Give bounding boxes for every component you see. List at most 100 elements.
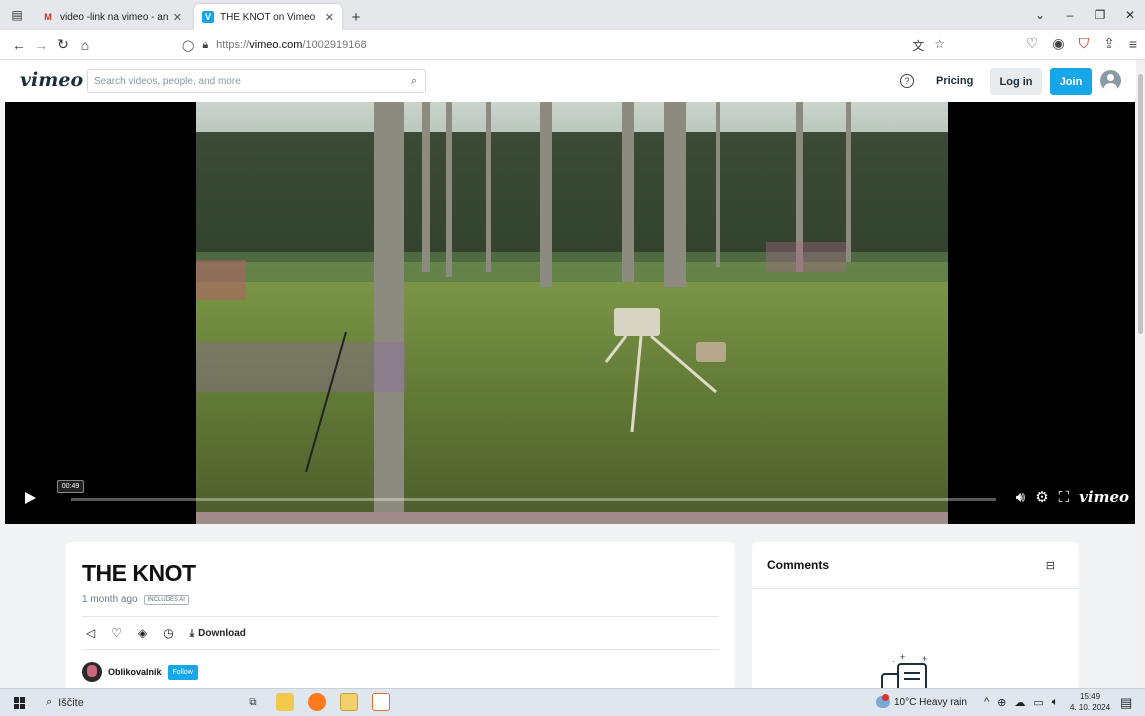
search-icon[interactable]: ⌕ — [411, 75, 417, 88]
window-controls: ⌄ – ❐ ✕ — [1025, 0, 1145, 30]
minimize-icon[interactable]: – — [1055, 8, 1085, 22]
reload-icon[interactable]: ↻ — [52, 36, 74, 53]
forward-icon[interactable]: → — [30, 37, 52, 53]
weather-widget[interactable]: 10°C Heavy rain — [876, 694, 967, 708]
watch-later-clock-icon[interactable]: ◷ — [163, 626, 173, 640]
close-window-icon[interactable]: ✕ — [1115, 8, 1145, 22]
notification-icon[interactable]: ▤ — [1120, 695, 1132, 711]
task-view-icon[interactable]: ⧉ — [244, 693, 262, 711]
svg-text:·: · — [892, 657, 895, 666]
collections-icon[interactable]: ◈ — [138, 626, 147, 640]
volume-icon[interactable]: 🔊︎ — [1016, 489, 1025, 506]
back-icon[interactable]: ← — [8, 37, 30, 53]
vimeo-logo[interactable]: vimeo — [20, 69, 83, 91]
volume-icon[interactable]: 🔈︎ — [1052, 696, 1059, 709]
video-meta: 1 month ago INCLUDES AI — [82, 594, 189, 605]
shield-icon[interactable]: ◯ — [182, 39, 194, 52]
svg-text:+: + — [900, 654, 905, 662]
vimeo-player-logo[interactable]: vimeo — [1079, 488, 1129, 506]
bookmark-star-icon[interactable]: ☆ — [934, 37, 945, 54]
divider — [752, 588, 1079, 589]
share-icon[interactable]: ◁ — [86, 626, 95, 640]
document-app-icon[interactable] — [372, 693, 390, 711]
tab-title: video -link na vimeo - anzekrec — [60, 11, 169, 23]
address-bar-actions: 文 ☆ — [912, 37, 945, 54]
image-viewer-icon[interactable] — [340, 693, 358, 711]
search-icon: ⌕ — [46, 696, 53, 708]
windows-start-icon[interactable] — [14, 697, 26, 709]
svg-text:+: + — [922, 654, 927, 664]
tab-title: THE KNOT on Vimeo — [220, 11, 316, 23]
pocket-icon[interactable]: ♡ — [1026, 35, 1039, 52]
comments-title: Comments — [767, 558, 830, 572]
extensions-icon[interactable]: ⇪ — [1103, 35, 1115, 52]
upload-date: 1 month ago — [82, 594, 138, 605]
file-explorer-icon[interactable] — [276, 693, 294, 711]
restore-icon[interactable]: ❐ — [1085, 8, 1115, 22]
download-icon: ⤓ — [189, 627, 195, 639]
forest-scene — [196, 102, 948, 524]
tab-list-icon[interactable]: ▤ — [0, 0, 34, 30]
video-title: THE KNOT — [82, 560, 196, 586]
fullscreen-icon[interactable]: ⛶ — [1059, 489, 1070, 506]
creator-name[interactable]: Oblikovalnik — [108, 667, 162, 677]
like-heart-icon[interactable]: ♡ — [111, 626, 122, 640]
menu-icon[interactable]: ≡ — [1129, 36, 1137, 52]
weather-rain-icon — [876, 694, 890, 708]
player-controls: 🔊︎ ⚙ ⛶ vimeo — [1016, 488, 1129, 506]
tab-vimeo[interactable]: V THE KNOT on Vimeo ✕ — [194, 4, 342, 30]
translate-icon[interactable]: 文 — [912, 37, 924, 54]
browser-nav-bar: ← → ↻ ⌂ ◯ 🔒︎ https:// vimeo.com /1002919… — [0, 30, 1145, 60]
scroll-thumb[interactable] — [1138, 74, 1143, 334]
taskbar-search-label: Iščite — [58, 696, 84, 709]
progress-bar[interactable] — [71, 498, 996, 501]
search-placeholder: Search videos, people, and more — [94, 75, 241, 87]
gmail-icon: M — [44, 12, 52, 22]
creator-avatar[interactable] — [82, 662, 102, 682]
download-button[interactable]: ⤓ Download — [190, 628, 246, 639]
follow-button[interactable]: Follow — [167, 664, 198, 680]
cloud-icon[interactable]: ☁ — [1014, 696, 1025, 709]
lock-icon[interactable]: 🔒︎ — [202, 39, 208, 52]
help-icon[interactable]: ? — [900, 74, 914, 88]
pricing-link[interactable]: Pricing — [936, 75, 973, 87]
divider — [82, 649, 719, 650]
home-icon[interactable]: ⌂ — [74, 37, 96, 53]
tab-gmail[interactable]: M video -link na vimeo - anzekrec ✕ — [34, 4, 190, 30]
close-icon[interactable]: ✕ — [325, 11, 334, 24]
page-scrollbar[interactable] — [1136, 60, 1145, 688]
settings-gear-icon[interactable]: ⚙ — [1035, 488, 1048, 506]
account-icon[interactable]: ◉ — [1052, 35, 1064, 52]
url-host: vimeo.com — [249, 39, 303, 51]
url-path: /1002919168 — [302, 39, 367, 51]
user-avatar-icon[interactable] — [1100, 70, 1121, 91]
video-info-card: THE KNOT 1 month ago INCLUDES AI ◁ ♡ ◈ ◷… — [66, 542, 735, 692]
clock-date: 4. 10. 2024 — [1070, 703, 1111, 712]
time-tooltip: 00:49 — [57, 480, 84, 493]
ublock-icon[interactable]: ⛉ — [1079, 35, 1090, 52]
new-tab-button[interactable]: + — [342, 4, 370, 30]
taskbar-apps: ⧉ — [244, 693, 390, 711]
network-icon[interactable]: ▭ — [1033, 696, 1043, 709]
play-button[interactable] — [25, 492, 36, 504]
taskbar-clock[interactable]: 15:49 4. 10. 2024 — [1070, 691, 1110, 713]
join-button[interactable]: Join — [1050, 68, 1092, 95]
browser-tab-strip: ▤ M video -link na vimeo - anzekrec ✕ V … — [0, 0, 1145, 30]
weather-text: 10°C Heavy rain — [894, 696, 967, 708]
ai-badge: INCLUDES AI — [143, 594, 189, 605]
chevron-down-icon[interactable]: ⌄ — [1025, 8, 1055, 22]
collapse-panel-icon[interactable]: ⊟ — [1046, 559, 1055, 572]
divider — [82, 616, 719, 617]
toolbar-icons: ♡ ◉ ⛉ ⇪ ≡ — [1026, 35, 1137, 52]
video-frame[interactable] — [196, 102, 948, 524]
video-player[interactable]: 00:49 🔊︎ ⚙ ⛶ vimeo — [5, 102, 1135, 524]
search-input[interactable]: Search videos, people, and more ⌕ — [87, 69, 426, 93]
address-bar[interactable]: ◯ 🔒︎ https:// vimeo.com /1002919168 — [182, 34, 942, 56]
login-button[interactable]: Log in — [990, 68, 1042, 95]
firefox-icon[interactable] — [308, 693, 326, 711]
taskbar-search[interactable]: ⌕ Iščite — [46, 696, 84, 709]
chevron-up-icon[interactable]: ^ — [984, 696, 989, 709]
tray-app-icon[interactable]: ⊕ — [997, 696, 1006, 709]
close-icon[interactable]: ✕ — [173, 11, 182, 24]
comments-card: Comments ⊟ · + + — [752, 542, 1079, 693]
